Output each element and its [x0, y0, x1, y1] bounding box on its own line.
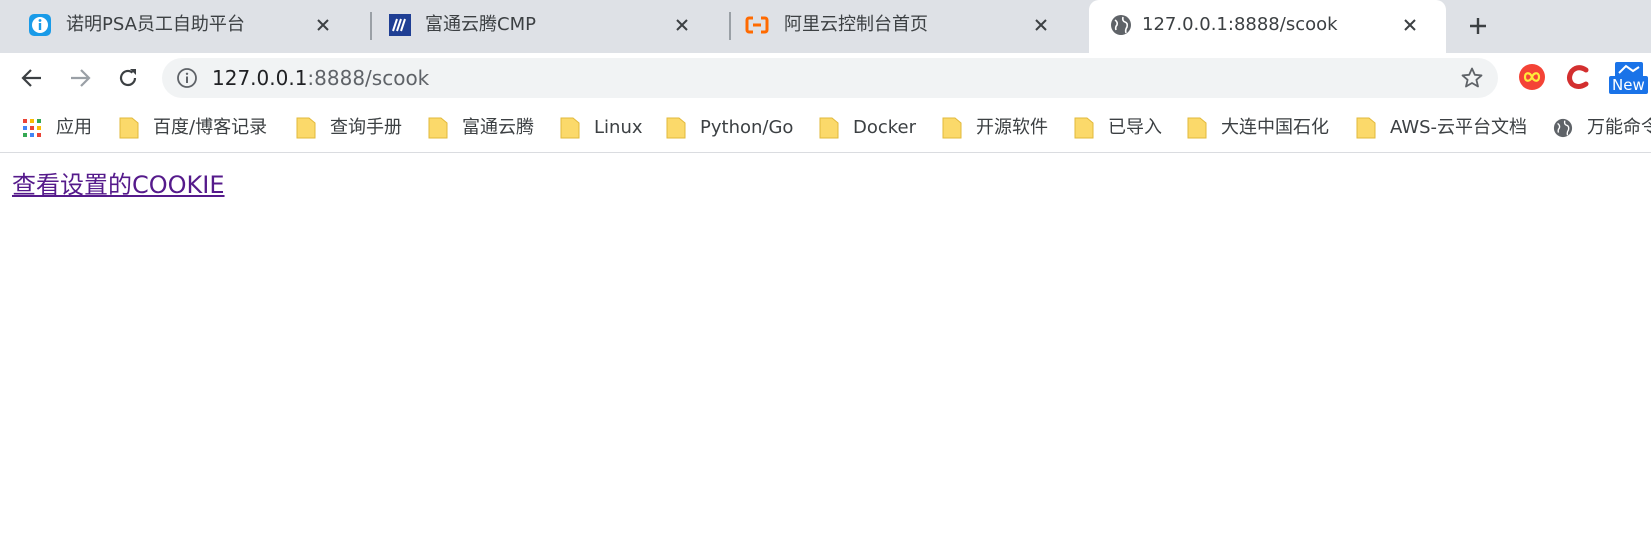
site-info-icon[interactable] — [176, 67, 198, 89]
folder-icon — [119, 117, 139, 139]
tab-title: 富通云腾CMP — [425, 14, 536, 35]
arrow-left-icon — [21, 69, 41, 87]
bookmark-label: Python/Go — [700, 117, 794, 138]
new-badge: New — [1609, 76, 1648, 94]
folder-icon — [1356, 117, 1376, 139]
bookmark-label: 百度/博客记录 — [153, 117, 268, 138]
reload-button[interactable] — [113, 63, 143, 93]
address-bar[interactable]: 127.0.0.1:8888/scook — [162, 58, 1498, 98]
folder-icon — [1187, 117, 1207, 139]
reload-icon — [119, 69, 137, 87]
new-tab-button[interactable] — [1462, 10, 1494, 42]
bookmark-folder-dalian[interactable]: 大连中国石化 — [1187, 115, 1329, 141]
url-path: :8888/scook — [307, 66, 430, 90]
bookmark-label: 大连中国石化 — [1221, 117, 1329, 138]
folder-icon — [428, 117, 448, 139]
tab-psa[interactable]: 诺明PSA员工自助平台 — [0, 0, 357, 53]
folder-icon — [819, 117, 839, 139]
bookmark-folder-aws[interactable]: AWS-云平台文档 — [1356, 115, 1527, 141]
bookmark-label: 应用 — [56, 117, 92, 138]
tab-title: 阿里云控制台首页 — [784, 14, 928, 35]
tab-active-scook[interactable]: 127.0.0.1:8888/scook — [1089, 0, 1446, 53]
bookmark-label: 开源软件 — [976, 117, 1048, 138]
bookmark-star-icon[interactable] — [1460, 66, 1484, 90]
new-extension-button[interactable]: New — [1609, 61, 1649, 95]
bookmark-folder-python-go[interactable]: Python/Go — [666, 115, 793, 141]
bookmark-label: 万能命令 — [1587, 117, 1651, 138]
bookmark-folder-imported[interactable]: 已导入 — [1074, 115, 1162, 141]
page-content: 查看设置的COOKIE — [0, 153, 1651, 553]
url-host: 127.0.0.1 — [212, 66, 308, 90]
bookmark-folder-opensource[interactable]: 开源软件 — [942, 115, 1048, 141]
tab-strip: 诺明PSA员工自助平台 富通云腾CMP 阿里云控制台首页 127.0.0.1:8… — [0, 0, 1651, 53]
bookmark-label: Docker — [853, 117, 917, 138]
bookmark-label: 查询手册 — [330, 117, 402, 138]
close-tab-icon[interactable] — [1398, 13, 1422, 37]
tab-title: 诺明PSA员工自助平台 — [66, 14, 245, 35]
bookmarks-bar: 应用 百度/博客记录 查询手册 富通云腾 Linux Python/Go Doc… — [0, 103, 1651, 153]
aliyun-favicon-icon — [745, 16, 769, 34]
bookmark-apps[interactable]: 应用 — [22, 115, 92, 141]
view-cookie-link[interactable]: 查看设置的COOKIE — [12, 165, 225, 200]
browser-toolbar: 127.0.0.1:8888/scook New — [0, 53, 1651, 103]
back-button[interactable] — [17, 63, 47, 93]
folder-icon — [296, 117, 316, 139]
arrow-right-icon — [71, 69, 91, 87]
bookmark-folder-baidu[interactable]: 百度/博客记录 — [119, 115, 267, 141]
bookmark-label: 已导入 — [1108, 117, 1162, 138]
globe-icon — [1553, 118, 1573, 138]
plus-icon — [1470, 18, 1486, 34]
c-extension-icon[interactable] — [1564, 63, 1592, 91]
apps-grid-icon — [23, 119, 41, 137]
bookmark-folder-futong[interactable]: 富通云腾 — [428, 115, 534, 141]
globe-icon — [1111, 15, 1131, 35]
bookmark-folder-linux[interactable]: Linux — [560, 115, 643, 141]
bookmark-label: 富通云腾 — [462, 117, 534, 138]
tab-aliyun[interactable]: 阿里云控制台首页 — [718, 0, 1075, 53]
bookmark-label: Linux — [594, 117, 643, 138]
url-text[interactable]: 127.0.0.1:8888/scook — [212, 67, 429, 89]
bookmark-folder-manual[interactable]: 查询手册 — [296, 115, 402, 141]
close-tab-icon[interactable] — [311, 13, 335, 37]
folder-icon — [942, 117, 962, 139]
close-tab-icon[interactable] — [1029, 13, 1053, 37]
forward-button[interactable] — [65, 63, 95, 93]
tab-title: 127.0.0.1:8888/scook — [1142, 14, 1338, 35]
folder-icon — [1074, 117, 1094, 139]
bookmark-folder-docker[interactable]: Docker — [819, 115, 916, 141]
infinity-extension-icon[interactable] — [1518, 63, 1546, 91]
tab-cmp[interactable]: 富通云腾CMP — [359, 0, 716, 53]
folder-icon — [560, 117, 580, 139]
bookmark-label: AWS-云平台文档 — [1390, 117, 1528, 138]
info-favicon-icon — [29, 14, 51, 36]
folder-icon — [666, 117, 686, 139]
close-tab-icon[interactable] — [670, 13, 694, 37]
ftc-favicon-icon — [389, 14, 411, 36]
bookmark-wanneng[interactable]: 万能命令 — [1553, 115, 1651, 141]
